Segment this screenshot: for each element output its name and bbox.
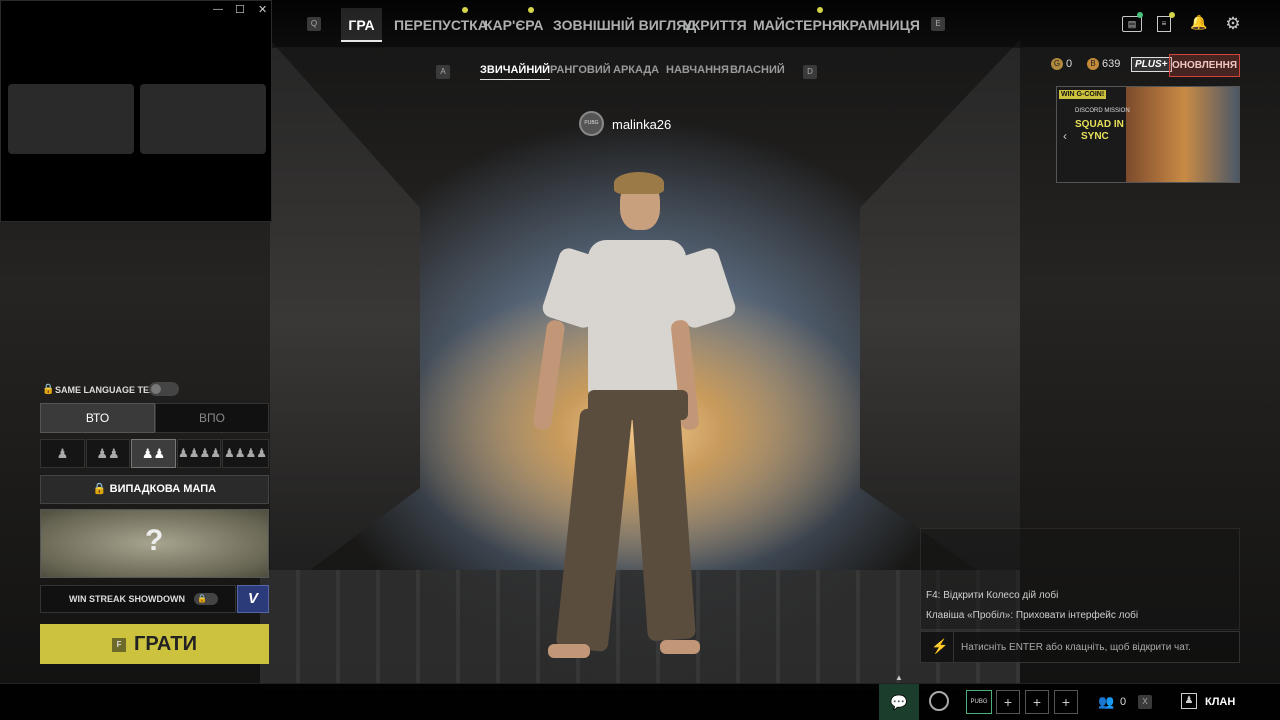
chat-input[interactable]: ⚡ Натисніть ENTER або клацніть, щоб відк… <box>920 631 1240 663</box>
player-emblem-icon: PUBG <box>579 111 604 136</box>
d-key-hint: D <box>803 65 817 79</box>
bp-icon: B <box>1087 58 1099 70</box>
squad-size-trio[interactable]: ♟♟ <box>131 439 176 468</box>
squad-size-squad[interactable]: ♟♟♟♟ <box>177 439 221 468</box>
minimize-icon[interactable]: — <box>213 4 223 15</box>
promo-line1: DISCORD MISSION <box>1075 108 1130 114</box>
g-coin-icon: G <box>1051 58 1063 70</box>
bottom-bar <box>0 683 1280 720</box>
cargo-floor <box>260 570 1020 690</box>
gear-icon[interactable]: ⚙ <box>1223 14 1243 34</box>
upgrade-button[interactable]: ОНОВЛЕННЯ <box>1169 54 1240 77</box>
play-label: ГРАТИ <box>134 633 197 655</box>
plus-badge[interactable]: PLUS+ <box>1131 57 1172 72</box>
news-icon[interactable]: ≡ <box>1157 16 1171 32</box>
invite-slot-3[interactable]: + <box>1054 690 1078 714</box>
nav-tab-5[interactable]: МАЙСТЕРНЯ <box>753 8 842 42</box>
friends-icon[interactable]: 👥 <box>1098 694 1114 710</box>
e-key-hint: E <box>931 17 945 31</box>
news-badge-dot <box>1169 12 1175 18</box>
mode-tab-1[interactable]: РАНГОВИЙ <box>550 64 611 76</box>
promo-banner[interactable]: WIN G-COIN! ‹ DISCORD MISSION SQUAD IN S… <box>1056 86 1240 183</box>
fpp-button[interactable]: ВПО <box>155 403 269 433</box>
pubg-slot[interactable]: PUBG <box>966 690 992 714</box>
x-key-hint: X <box>1138 695 1152 709</box>
q-key-hint: Q <box>307 17 321 31</box>
nav-badge-dot <box>528 7 534 13</box>
tpp-button[interactable]: ВТО <box>40 403 155 433</box>
promo-tag: WIN G-COIN! <box>1059 90 1107 99</box>
invite-slot-2[interactable]: + <box>1025 690 1049 714</box>
win-streak-label: WIN STREAK SHOWDOWN <box>69 594 185 604</box>
win-streak-toggle[interactable]: 🔒 <box>194 593 218 605</box>
overlay-tile[interactable] <box>8 84 134 154</box>
lock-icon: 🔒 <box>92 483 110 495</box>
bp-amount: 639 <box>1102 58 1121 70</box>
play-button[interactable]: F ГРАТИ <box>40 624 269 664</box>
store-badge-dot <box>1137 12 1143 18</box>
mode-tab-3[interactable]: НАВЧАННЯ <box>666 64 729 76</box>
promo-prev-icon[interactable]: ‹ <box>1063 129 1067 143</box>
nav-tab-1[interactable]: ПЕРЕПУСТКА <box>394 8 488 42</box>
nav-badge-dot <box>817 7 823 13</box>
nav-tab-6[interactable]: КРАМНИЦЯ <box>841 8 920 42</box>
chat-toggle-icon[interactable]: 💬 <box>879 684 919 720</box>
cargo-hull-right <box>860 40 1020 600</box>
clan-icon[interactable]: ♟ <box>1181 693 1197 709</box>
chat-hint-hide: Клавіша «Пробіл»: Приховати інтерфейс ло… <box>926 610 1139 621</box>
lightning-icon[interactable]: ⚡ <box>931 638 948 655</box>
nav-tab-0[interactable]: ГРА <box>341 8 382 42</box>
bell-icon[interactable]: 🔔 <box>1190 14 1207 34</box>
nav-tab-3[interactable]: ЗОВНІШНІЙ ВИГЛЯД <box>553 8 696 42</box>
chat-placeholder: Натисніть ENTER або клацніть, щоб відкри… <box>961 642 1191 653</box>
map-unknown-mark: ? <box>145 524 164 557</box>
promo-line3: SYNC <box>1081 131 1109 142</box>
player-name: malinka26 <box>612 117 672 132</box>
squad-size-solo[interactable]: ♟ <box>40 439 85 468</box>
mode-tab-0[interactable]: ЗВИЧАЙНИЙ <box>480 64 551 80</box>
g-coin-amount: 0 <box>1066 58 1073 70</box>
close-icon[interactable]: ✕ <box>258 3 267 16</box>
squad-size-duo[interactable]: ♟♟ <box>86 439 130 468</box>
a-key-hint: A <box>436 65 450 79</box>
lock-icon: 🔒 <box>42 384 55 395</box>
win-streak-row: WIN STREAK SHOWDOWN 🔒 <box>40 585 236 613</box>
store-icon[interactable]: ▤ <box>1122 16 1142 32</box>
nav-tab-2[interactable]: КАР'ЄРА <box>484 8 544 42</box>
f-key-hint: F <box>112 637 127 652</box>
nav-tab-4[interactable]: УКРИТТЯ <box>683 8 747 42</box>
map-preview[interactable]: ? <box>40 509 269 578</box>
friends-count: 0 <box>1120 696 1127 708</box>
v-badge[interactable]: V <box>237 585 269 613</box>
maximize-icon[interactable]: ☐ <box>235 3 245 16</box>
chevron-up-icon[interactable]: ▲ <box>895 673 903 682</box>
chat-hint-wheel: F4: Відкрити Колесо дій лобі <box>926 590 1059 601</box>
overlay-tile[interactable] <box>140 84 266 154</box>
radar-icon[interactable] <box>929 691 949 711</box>
clan-label[interactable]: КЛАН <box>1205 696 1235 708</box>
mode-tab-2[interactable]: АРКАДА <box>613 64 659 76</box>
mode-tab-4[interactable]: ВЛАСНИЙ <box>730 64 785 76</box>
random-map-button[interactable]: 🔒 ВИПАДКОВА МАПА <box>40 475 269 504</box>
same-language-toggle[interactable] <box>149 382 179 396</box>
same-language-label: SAME LANGUAGE TEAM <box>55 385 163 395</box>
random-map-label: ВИПАДКОВА МАПА <box>109 483 217 495</box>
promo-line2: SQUAD IN <box>1075 119 1124 130</box>
invite-slot-1[interactable]: + <box>996 690 1020 714</box>
squad-size-eight[interactable]: ♟♟♟♟ <box>222 439 269 468</box>
overlay-window: — ☐ ✕ <box>0 0 272 222</box>
nav-badge-dot <box>462 7 468 13</box>
cargo-hull-left <box>270 40 420 600</box>
